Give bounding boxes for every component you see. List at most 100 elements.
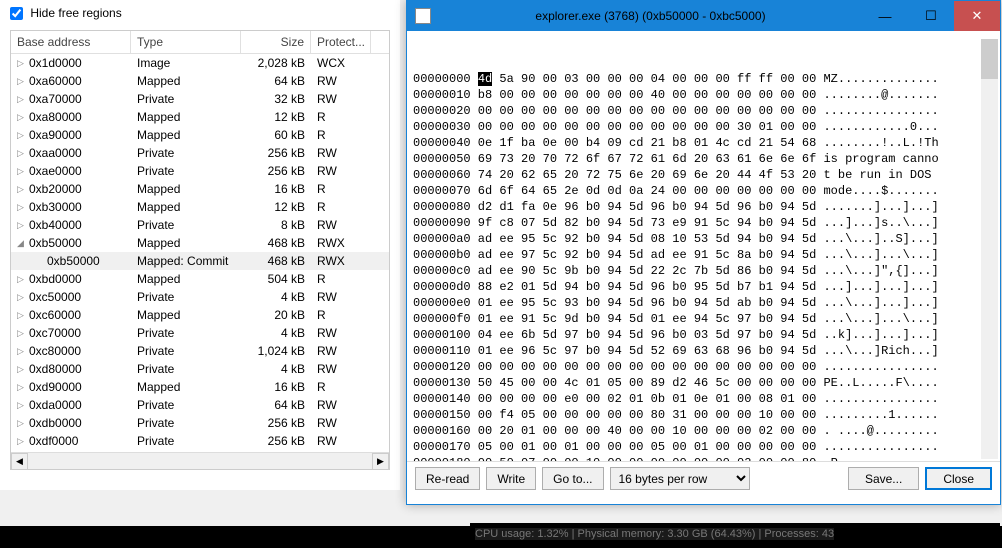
- minimize-button[interactable]: —: [862, 1, 908, 31]
- hex-line[interactable]: 000000e0 01 ee 95 5c 93 b0 94 5d 96 b0 9…: [413, 295, 994, 311]
- cell-type: Private: [131, 217, 241, 233]
- table-row[interactable]: 0xb50000Mapped: Commit468 kBRWX: [11, 252, 389, 270]
- table-row[interactable]: ▷0x1d0000Image2,028 kBWCX: [11, 54, 389, 72]
- expand-icon[interactable]: ▷: [17, 364, 27, 375]
- expand-icon[interactable]: ▷: [17, 94, 27, 105]
- cell-size: 32 kB: [241, 91, 311, 107]
- table-row[interactable]: ▷0xaa0000Private256 kBRW: [11, 144, 389, 162]
- cell-protect: RWX: [311, 235, 371, 251]
- expand-icon[interactable]: ▷: [17, 220, 27, 231]
- table-row[interactable]: ▷0xb30000Mapped12 kBR: [11, 198, 389, 216]
- hex-line[interactable]: 00000170 05 00 01 00 01 00 00 00 05 00 0…: [413, 439, 994, 455]
- expand-icon[interactable]: ▷: [17, 328, 27, 339]
- hex-line[interactable]: 000000a0 ad ee 95 5c 92 b0 94 5d 08 10 5…: [413, 231, 994, 247]
- col-base-address[interactable]: Base address: [11, 31, 131, 53]
- scroll-left-button[interactable]: ◀: [11, 453, 28, 470]
- expand-icon[interactable]: ▷: [17, 148, 27, 159]
- expand-icon[interactable]: ▷: [17, 112, 27, 123]
- table-row[interactable]: ▷0xdf0000Private256 kBRW: [11, 432, 389, 450]
- hex-line[interactable]: 00000050 69 73 20 70 72 6f 67 72 61 6d 2…: [413, 151, 994, 167]
- table-row[interactable]: ▷0xc70000Private4 kBRW: [11, 324, 389, 342]
- table-row[interactable]: ▷0xda0000Private64 kBRW: [11, 396, 389, 414]
- hex-line[interactable]: 00000140 00 00 00 00 e0 00 02 01 0b 01 0…: [413, 391, 994, 407]
- table-row[interactable]: ▷0xb20000Mapped16 kBR: [11, 180, 389, 198]
- hex-line[interactable]: 00000020 00 00 00 00 00 00 00 00 00 00 0…: [413, 103, 994, 119]
- cell-address: ▷0xb30000: [11, 199, 131, 215]
- scrollbar-thumb[interactable]: [981, 39, 998, 79]
- table-row[interactable]: ▷0xc50000Private4 kBRW: [11, 288, 389, 306]
- bytes-per-row-select[interactable]: 16 bytes per row: [610, 467, 750, 490]
- titlebar[interactable]: explorer.exe (3768) (0xb50000 - 0xbc5000…: [407, 1, 1000, 31]
- close-window-button[interactable]: ✕: [954, 1, 1000, 31]
- horizontal-scrollbar[interactable]: ◀ ▶: [11, 452, 389, 469]
- hex-line[interactable]: 00000100 04 ee 6b 5d 97 b0 94 5d 96 b0 0…: [413, 327, 994, 343]
- hex-line[interactable]: 000000c0 ad ee 90 5c 9b b0 94 5d 22 2c 7…: [413, 263, 994, 279]
- hex-line[interactable]: 00000070 6d 6f 64 65 2e 0d 0d 0a 24 00 0…: [413, 183, 994, 199]
- save-button[interactable]: Save...: [848, 467, 919, 490]
- expand-icon[interactable]: ▷: [17, 310, 27, 321]
- maximize-button[interactable]: ☐: [908, 1, 954, 31]
- expand-icon[interactable]: ▷: [17, 58, 27, 69]
- table-row[interactable]: ▷0xc60000Mapped20 kBR: [11, 306, 389, 324]
- table-row[interactable]: ▷0xb40000Private8 kBRW: [11, 216, 389, 234]
- hex-line[interactable]: 00000160 00 20 01 00 00 00 40 00 00 10 0…: [413, 423, 994, 439]
- table-row[interactable]: ▷0xa60000Mapped64 kBRW: [11, 72, 389, 90]
- table-row[interactable]: ▷0xa90000Mapped60 kBR: [11, 126, 389, 144]
- hex-line[interactable]: 000000f0 01 ee 91 5c 9d b0 94 5d 01 ee 9…: [413, 311, 994, 327]
- expand-icon[interactable]: ◢: [17, 238, 27, 249]
- hex-line[interactable]: 000000d0 88 e2 01 5d 94 b0 94 5d 96 b0 9…: [413, 279, 994, 295]
- table-row[interactable]: ▷0xd80000Private4 kBRW: [11, 360, 389, 378]
- hex-line[interactable]: 00000000 4d 5a 90 00 03 00 00 00 04 00 0…: [413, 71, 994, 87]
- hex-line[interactable]: 00000150 00 f4 05 00 00 00 00 00 80 31 0…: [413, 407, 994, 423]
- expand-icon[interactable]: ▷: [17, 382, 27, 393]
- expand-icon[interactable]: ▷: [17, 436, 27, 447]
- hex-line[interactable]: 00000040 0e 1f ba 0e 00 b4 09 cd 21 b8 0…: [413, 135, 994, 151]
- hex-line[interactable]: 00000180 00 50 07 00 00 10 00 00 00 00 0…: [413, 455, 994, 461]
- table-row[interactable]: ▷0xae0000Private256 kBRW: [11, 162, 389, 180]
- hex-line[interactable]: 00000080 d2 d1 fa 0e 96 b0 94 5d 96 b0 9…: [413, 199, 994, 215]
- col-type[interactable]: Type: [131, 31, 241, 53]
- hex-line[interactable]: 00000110 01 ee 96 5c 97 b0 94 5d 52 69 6…: [413, 343, 994, 359]
- table-row[interactable]: ▷0xdb0000Private256 kBRW: [11, 414, 389, 432]
- hex-line[interactable]: 00000060 74 20 62 65 20 72 75 6e 20 69 6…: [413, 167, 994, 183]
- cell-address: ▷0xd90000: [11, 379, 131, 395]
- expand-icon[interactable]: ▷: [17, 292, 27, 303]
- col-protect[interactable]: Protect...: [311, 31, 371, 53]
- hex-content[interactable]: 00000000 4d 5a 90 00 03 00 00 00 04 00 0…: [407, 31, 1000, 461]
- write-button[interactable]: Write: [486, 467, 536, 490]
- table-body[interactable]: ▷0x1d0000Image2,028 kBWCX▷0xa60000Mapped…: [11, 54, 389, 469]
- expand-icon[interactable]: ▷: [17, 346, 27, 357]
- hex-line[interactable]: 00000030 00 00 00 00 00 00 00 00 00 00 0…: [413, 119, 994, 135]
- cell-type: Private: [131, 289, 241, 305]
- expand-icon[interactable]: ▷: [17, 166, 27, 177]
- col-size[interactable]: Size: [241, 31, 311, 53]
- expand-icon[interactable]: ▷: [17, 400, 27, 411]
- hex-line[interactable]: 000000b0 ad ee 97 5c 92 b0 94 5d ad ee 9…: [413, 247, 994, 263]
- table-row[interactable]: ▷0xc80000Private1,024 kBRW: [11, 342, 389, 360]
- reread-button[interactable]: Re-read: [415, 467, 480, 490]
- expand-icon[interactable]: ▷: [17, 130, 27, 141]
- hex-line[interactable]: 00000120 00 00 00 00 00 00 00 00 00 00 0…: [413, 359, 994, 375]
- hex-line[interactable]: 00000130 50 45 00 00 4c 01 05 00 89 d2 4…: [413, 375, 994, 391]
- hex-line[interactable]: 00000090 9f c8 07 5d 82 b0 94 5d 73 e9 9…: [413, 215, 994, 231]
- table-row[interactable]: ▷0xbd0000Mapped504 kBR: [11, 270, 389, 288]
- table-row[interactable]: ▷0xa70000Private32 kBRW: [11, 90, 389, 108]
- close-button[interactable]: Close: [925, 467, 992, 490]
- table-row[interactable]: ▷0xa80000Mapped12 kBR: [11, 108, 389, 126]
- goto-button[interactable]: Go to...: [542, 467, 603, 490]
- expand-icon[interactable]: ▷: [17, 202, 27, 213]
- hex-line[interactable]: 00000010 b8 00 00 00 00 00 00 00 40 00 0…: [413, 87, 994, 103]
- scroll-right-button[interactable]: ▶: [372, 453, 389, 470]
- expand-icon[interactable]: ▷: [17, 184, 27, 195]
- hide-free-regions-input[interactable]: [10, 7, 23, 20]
- table-row[interactable]: ▷0xd90000Mapped16 kBR: [11, 378, 389, 396]
- vertical-scrollbar[interactable]: [981, 39, 998, 459]
- expand-icon[interactable]: ▷: [17, 76, 27, 87]
- table-row[interactable]: ◢0xb50000Mapped468 kBRWX: [11, 234, 389, 252]
- expand-icon[interactable]: ▷: [17, 274, 27, 285]
- expand-icon[interactable]: ▷: [17, 418, 27, 429]
- cell-size: 4 kB: [241, 289, 311, 305]
- cell-address: ▷0xa90000: [11, 127, 131, 143]
- table-header: Base address Type Size Protect...: [11, 31, 389, 54]
- hide-free-regions-checkbox[interactable]: Hide free regions: [10, 6, 122, 20]
